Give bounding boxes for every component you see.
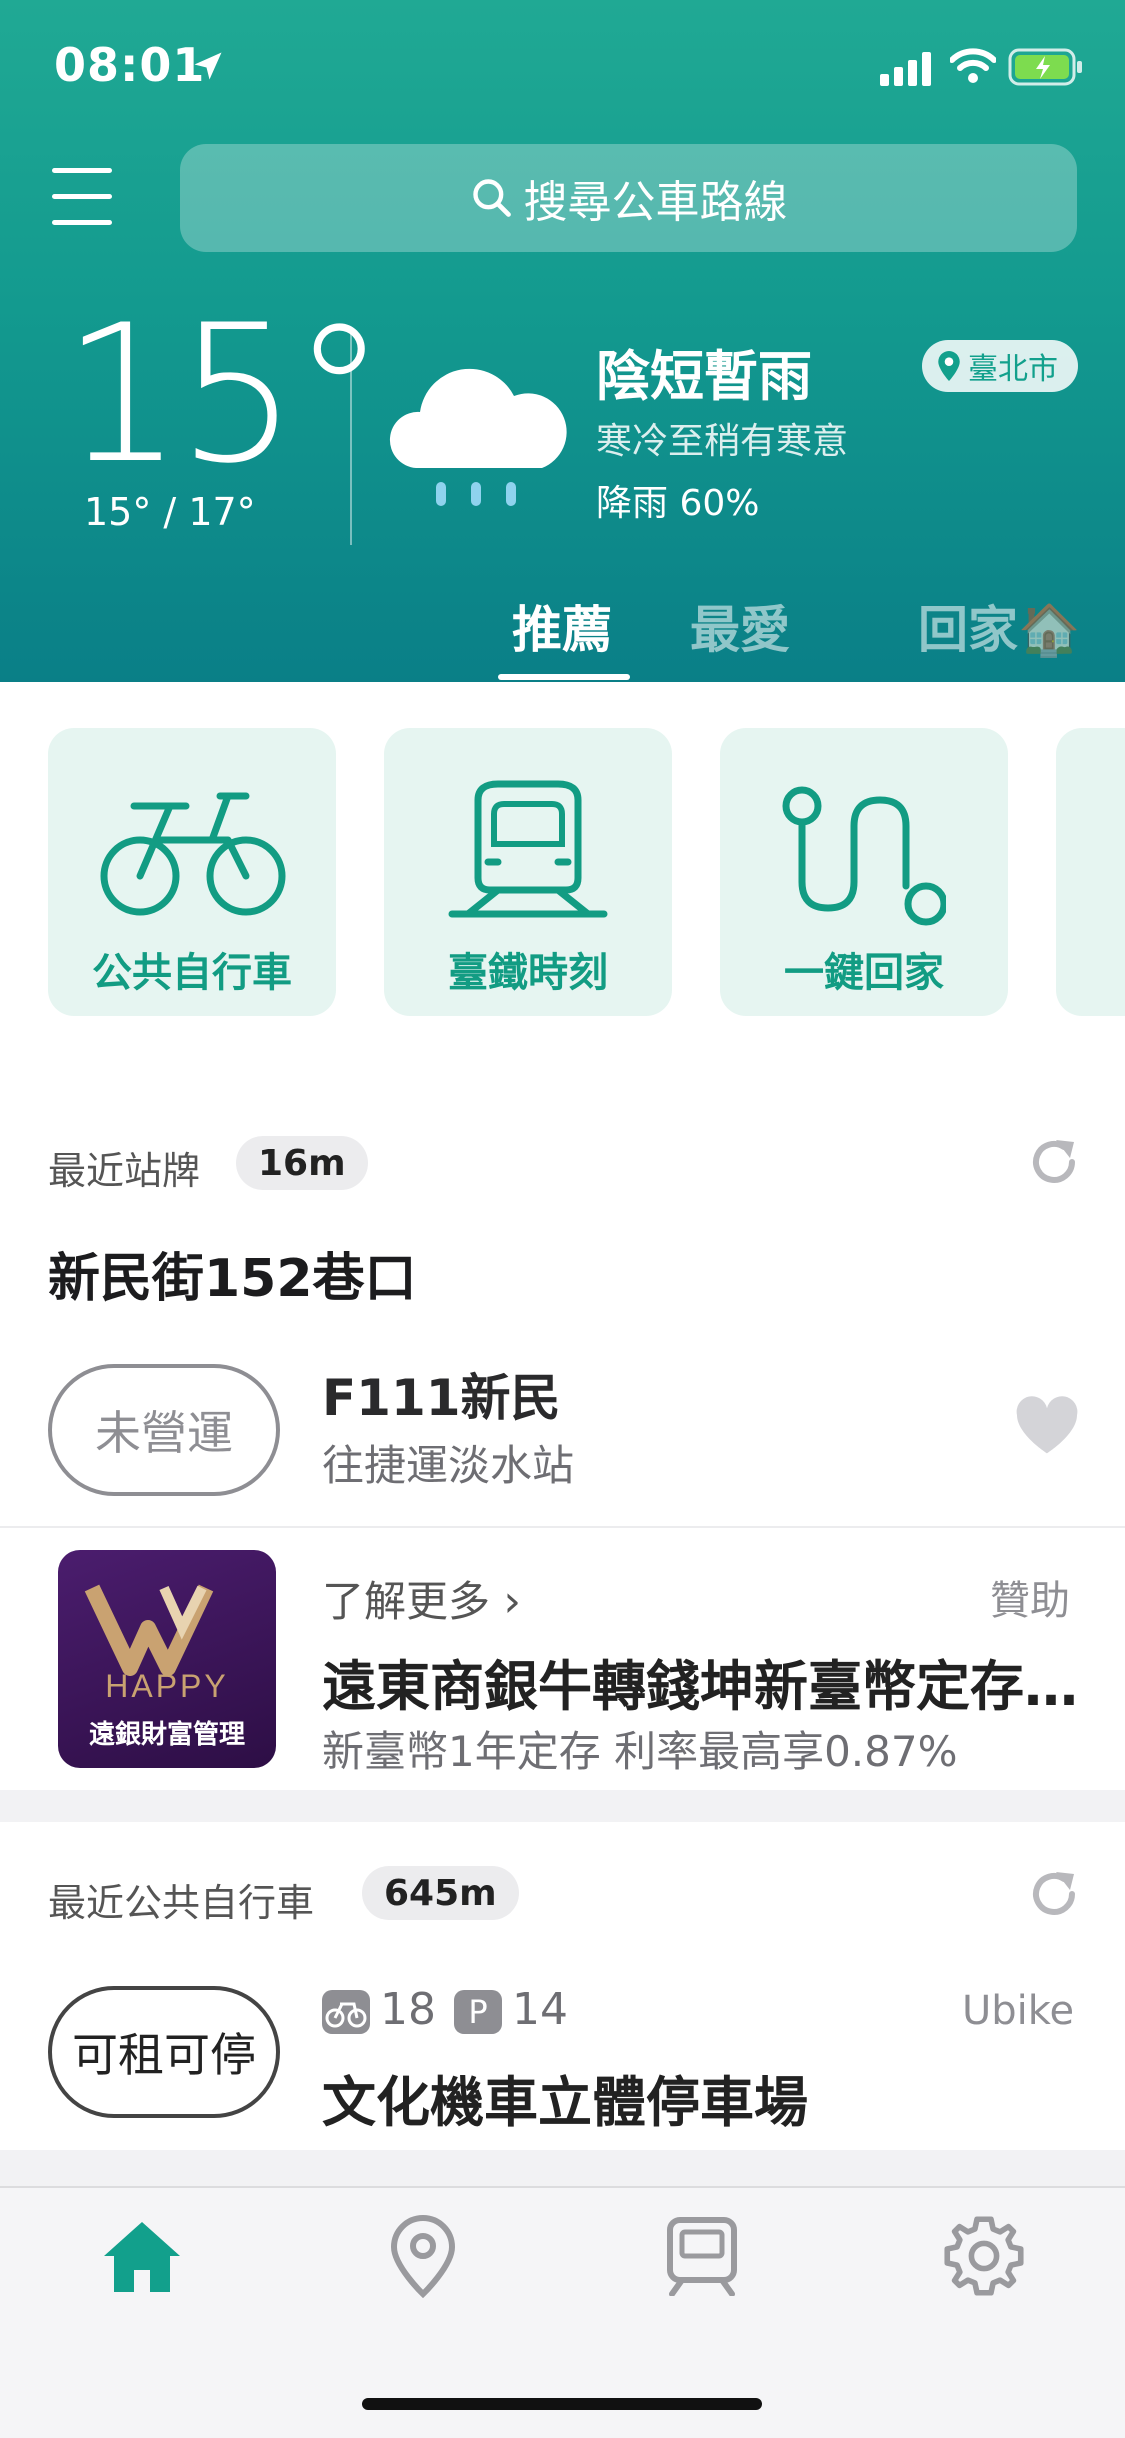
menu-button[interactable] [52,168,112,226]
train-tab-icon[interactable] [662,2216,742,2296]
distance-badge: 16m [236,1136,368,1190]
refresh-icon[interactable] [1026,1134,1082,1190]
ad-sponsor-label: 贊助 [990,1578,1070,1624]
divider [0,1526,1125,1528]
ad-logo[interactable]: HAPPY 遠銀財富管理 [58,1550,276,1768]
rain-cloud-icon [389,368,567,506]
map-pin-icon[interactable] [388,2214,458,2298]
stop-name[interactable]: 新民街152巷口 [48,1236,417,1311]
status-time: 08:01 [54,38,206,92]
distance-badge: 645m [362,1866,519,1920]
bike-station-name[interactable]: 文化機車立體停車場 [322,2058,808,2137]
rain-probability: 降雨 60% [596,483,760,524]
bike-count-icon [322,1990,370,2034]
card-more-peek[interactable] [1056,728,1125,1016]
card-label: 臺鐵時刻 [448,950,608,996]
signal-icon [880,52,931,86]
search-icon [472,179,511,217]
bike-status-badge: 可租可停 [48,1986,280,2118]
section-title-nearest-stop: 最近站牌 [48,1149,201,1193]
route-direction: 往捷運淡水站 [322,1441,575,1490]
ad-logo-caption: 遠銀財富管理 [88,1720,245,1750]
home-indicator [362,2398,762,2410]
tab-favorites[interactable]: 最愛 [690,590,790,662]
heart-icon[interactable] [1014,1396,1080,1456]
w-logo-icon [84,1584,214,1676]
route-name[interactable]: F111新民 [322,1358,561,1430]
tab-row: 推薦 最愛 回家🏠 [0,590,1125,682]
parking-count-icon: P [454,1990,502,2034]
section-separator [0,2150,1125,2186]
search-placeholder: 搜尋公車路線 [523,177,788,228]
divider [350,330,352,545]
chevron-right-icon: › [503,1576,521,1627]
wifi-icon [950,48,996,83]
tab-recommended[interactable]: 推薦 [512,590,612,662]
status-bar: 08:01 [0,0,1125,140]
location-arrow-icon [194,52,222,80]
active-tab-indicator [498,674,630,680]
available-parking: 14 [512,1984,568,2035]
ad-logo-brand: HAPPY [105,1668,229,1704]
available-bikes: 18 [380,1984,436,2035]
weather-description: 寒冷至稍有寒意 [596,421,849,462]
location-label: 臺北市 [968,352,1058,387]
tab-go-home[interactable]: 回家🏠 [918,590,1080,662]
card-label: 一鍵回家 [784,950,944,996]
ad-link-label: 了解更多 [322,1577,491,1626]
battery-icon [1008,48,1082,86]
refresh-icon[interactable] [1026,1866,1082,1922]
weather-condition: 陰短暫雨 [596,345,812,408]
home-icon[interactable] [100,2216,184,2296]
ad-subtitle: 新臺幣1年定存 利率最高享0.87% [322,1727,958,1776]
location-pin-icon [938,351,960,381]
card-label: 公共自行車 [92,950,292,996]
ad-title[interactable]: 遠東商銀牛轉錢坤新臺幣定存… [322,1642,1092,1721]
section-separator [0,1790,1125,1822]
search-bar[interactable]: 搜尋公車路線 [180,144,1077,252]
temperature-range: 15° / 17° [84,490,256,534]
section-title-nearest-bike: 最近公共自行車 [48,1881,315,1925]
bicycle-icon [100,792,286,916]
ad-learn-more-link[interactable]: 了解更多 › [322,1568,521,1629]
card-train-timetable[interactable]: 臺鐵時刻 [384,728,672,1016]
location-badge[interactable]: 臺北市 [922,340,1078,392]
gear-icon[interactable] [942,2214,1026,2298]
card-public-bike[interactable]: 公共自行車 [48,728,336,1016]
current-temperature: 15° [62,284,387,505]
bike-provider: Ubike [962,1988,1075,2034]
route-icon [782,786,946,926]
train-icon [448,780,608,918]
card-go-home[interactable]: 一鍵回家 [720,728,1008,1016]
route-status-badge: 未營運 [48,1364,280,1496]
